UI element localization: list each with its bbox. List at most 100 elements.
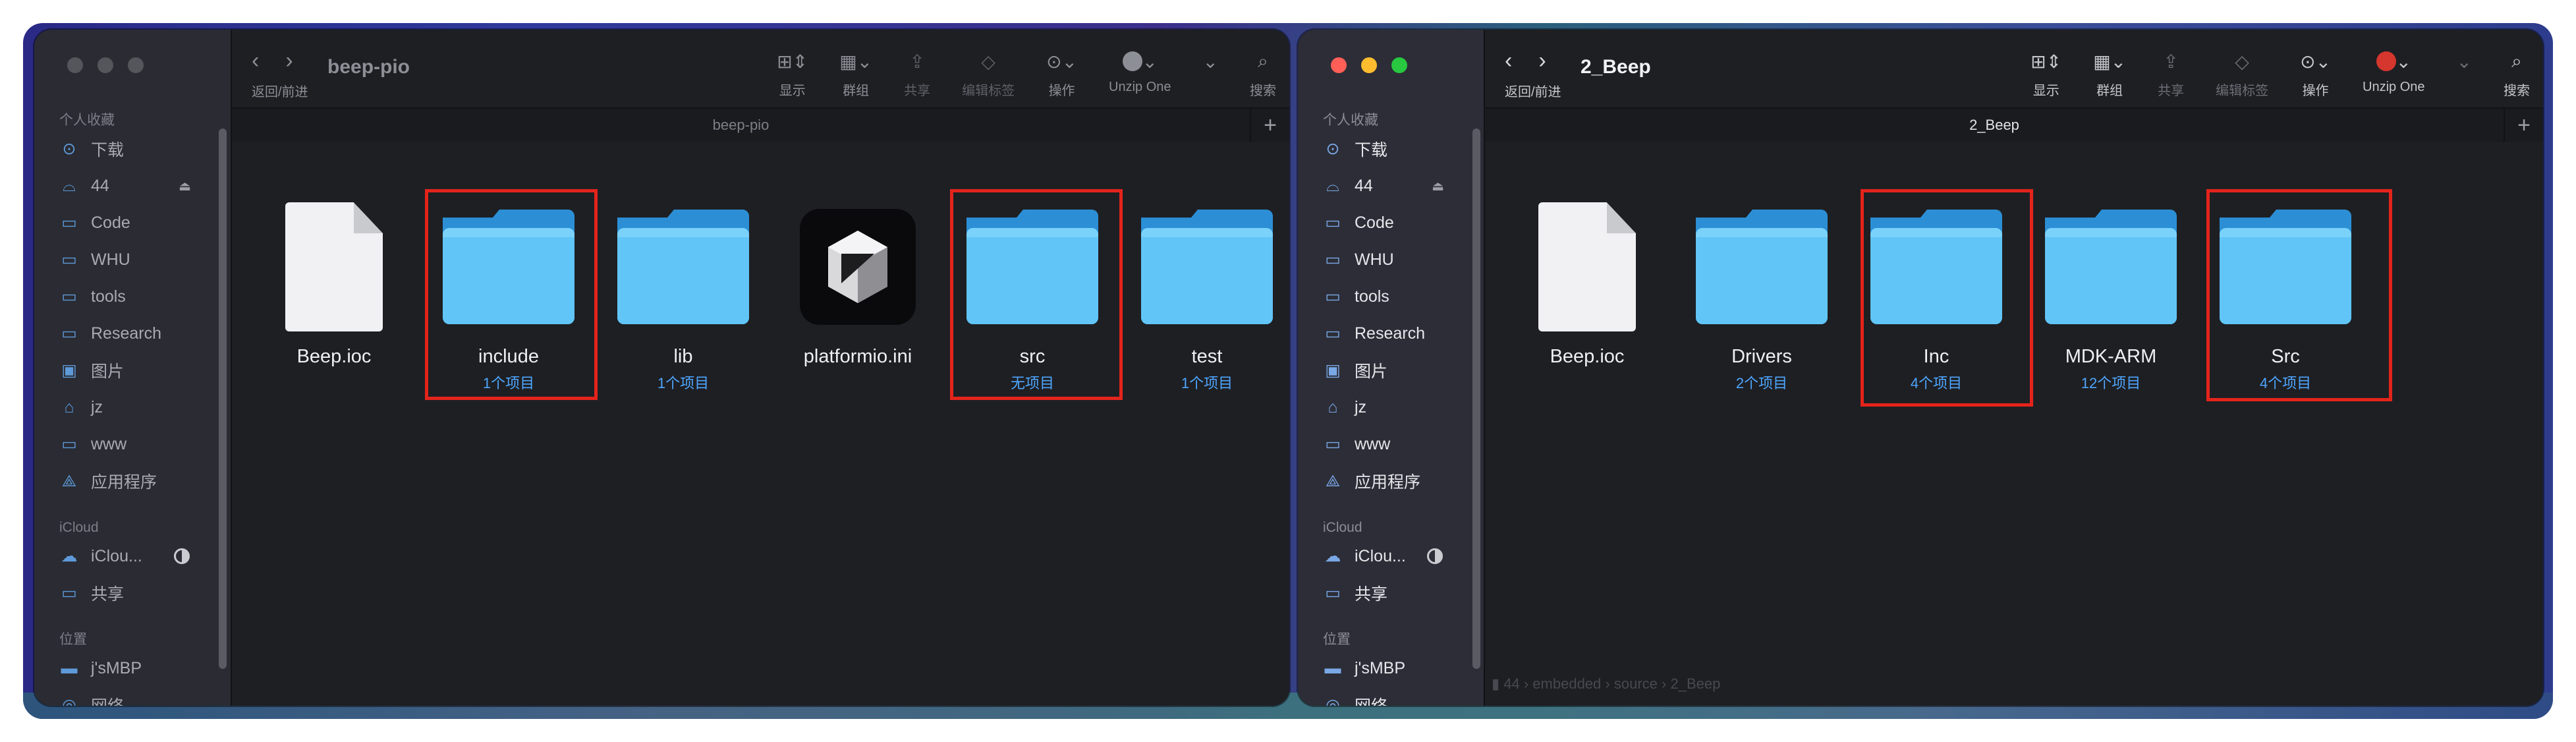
tool-caption: 搜索 [1250, 84, 1276, 98]
folder-icon: ▭ [1325, 214, 1341, 232]
chevron-more-button[interactable]: ⌄ [2457, 49, 2472, 99]
sidebar-item-label: 下载 [1355, 141, 1388, 159]
sidebar-item-research[interactable]: ▭ Research [1298, 315, 1484, 352]
back-icon[interactable]: ‹ [1505, 48, 1512, 74]
sidebar-item-network[interactable]: ◎ 网络 [34, 687, 231, 706]
file-item[interactable]: platformio.ini [785, 201, 930, 372]
sidebar-item-label: WHU [91, 250, 130, 269]
sidebar-item-www[interactable]: ▭ www [1298, 426, 1484, 463]
finder-window-2-beep[interactable]: 个人收藏 ⊙ 下载 ⌓ 44 ⏏ ▭ Code ▭ WHU ▭ tools ▭ Researc… [1298, 30, 2543, 706]
action-button[interactable]: ⊙⌄ 操作 [1046, 49, 1077, 99]
unzip-one-button[interactable]: ⌄ Unzip One [1109, 49, 1171, 99]
sidebar-item-whu[interactable]: ▭ WHU [1298, 241, 1484, 278]
new-tab-button[interactable]: + [1250, 109, 1289, 142]
view-button[interactable]: ⊞⇕ 显示 [777, 49, 808, 99]
group-button[interactable]: ▦⌄ 群组 [2093, 49, 2126, 99]
sidebar-item-mbp[interactable]: ▬ j'sMBP [34, 650, 231, 687]
tab-bar: beep-pio + [232, 107, 1289, 143]
sidebar-item-label: j'sMBP [1355, 658, 1406, 677]
tool-caption: 共享 [2158, 84, 2185, 98]
finder-window-beep-pio[interactable]: 个人收藏 ⊙ 下载 ⌓ 44 ⏏ ▭ Code ▭ WHU ▭ tools ▭ Researc… [34, 30, 1289, 706]
tab-beep-pio[interactable]: beep-pio [232, 109, 1250, 142]
sidebar-item-label: 网络 [91, 693, 124, 706]
sidebar-section-favorites: 个人收藏 [59, 113, 115, 128]
sidebar-item-www[interactable]: ▭ www [34, 426, 231, 463]
folder-item[interactable]: Drivers 2个项目 [1689, 201, 1834, 393]
tool-caption: Unzip One [2363, 80, 2425, 94]
folder-icon: ▭ [1325, 324, 1341, 343]
file-name: test [1191, 346, 1223, 367]
tags-button[interactable]: ◇ 编辑标签 [2216, 49, 2268, 99]
sidebar-item-code[interactable]: ▭ Code [34, 204, 231, 241]
folder-item[interactable]: test 1个项目 [1134, 201, 1279, 393]
chevron-down-icon: ⌄ [2456, 51, 2472, 72]
sidebar-item-network[interactable]: ◎ 网络 [1298, 687, 1484, 706]
file-item[interactable]: Beep.ioc [1515, 201, 1660, 372]
back-icon[interactable]: ‹ [252, 48, 259, 74]
minimize-button[interactable] [98, 57, 113, 73]
view-button[interactable]: ⊞⇕ 显示 [2030, 49, 2061, 99]
search-button[interactable]: ⌕ 搜索 [1250, 49, 1276, 99]
zoom-button[interactable] [1391, 57, 1407, 73]
tab-2-beep[interactable]: 2_Beep [1485, 109, 2504, 142]
sidebar-item-research[interactable]: ▭ Research [34, 315, 231, 352]
sidebar-item-downloads[interactable]: ⊙ 下载 [1298, 130, 1484, 167]
new-tab-button[interactable]: + [2504, 109, 2543, 142]
sidebar-item-code[interactable]: ▭ Code [1298, 204, 1484, 241]
sidebar-item-pictures[interactable]: ▣ 图片 [1298, 352, 1484, 389]
tags-button[interactable]: ◇ 编辑标签 [962, 49, 1015, 99]
file-item[interactable]: Beep.ioc [262, 201, 406, 372]
sidebar-item-shared[interactable]: ▭ 共享 [1298, 575, 1484, 612]
forward-icon[interactable]: › [1538, 48, 1546, 74]
sidebar-item-home[interactable]: ⌂ jz [34, 389, 231, 426]
eject-icon[interactable]: ⏏ [179, 178, 191, 194]
sidebar-item-label: www [91, 434, 127, 453]
home-icon: ⌂ [64, 397, 74, 416]
path-segment[interactable]: embedded [1532, 675, 1601, 692]
sidebar-item-applications[interactable]: ⟁ 应用程序 [1298, 463, 1484, 499]
sidebar-item-disk-44[interactable]: ⌓ 44 ⏏ [1298, 167, 1484, 204]
eject-icon[interactable]: ⏏ [1432, 178, 1444, 194]
sidebar-item-whu[interactable]: ▭ WHU [34, 241, 231, 278]
share-button[interactable]: ⇪ 共享 [2158, 49, 2184, 99]
tool-caption: 显示 [2032, 84, 2059, 98]
sidebar-item-home[interactable]: ⌂ jz [1298, 389, 1484, 426]
tool-caption: Unzip One [1109, 80, 1171, 94]
sidebar-item-applications[interactable]: ⟁ 应用程序 [34, 463, 231, 499]
drive-icon: ▮ [1492, 675, 1500, 692]
item-count: 1个项目 [1181, 375, 1233, 391]
path-segment[interactable]: 2_Beep [1670, 675, 1720, 692]
search-button[interactable]: ⌕ 搜索 [2504, 49, 2530, 99]
forward-icon[interactable]: › [285, 48, 293, 74]
file-name: platformio.ini [803, 346, 912, 367]
sync-progress-icon [1427, 548, 1443, 564]
group-button[interactable]: ▦⌄ 群组 [839, 49, 872, 99]
sidebar-item-tools[interactable]: ▭ tools [1298, 278, 1484, 315]
sidebar-item-pictures[interactable]: ▣ 图片 [34, 352, 231, 389]
tool-caption: 操作 [2302, 84, 2329, 98]
zoom-button[interactable] [128, 57, 144, 73]
sidebar-item-tools[interactable]: ▭ tools [34, 278, 231, 315]
folder-item[interactable]: MDK-ARM 12个项目 [2038, 201, 2183, 393]
share-button[interactable]: ⇪ 共享 [904, 49, 930, 99]
sidebar-item-mbp[interactable]: ▬ j'sMBP [1298, 650, 1484, 687]
sidebar-item-shared[interactable]: ▭ 共享 [34, 575, 231, 612]
sidebar-scrollbar[interactable] [1472, 128, 1480, 669]
minimize-button[interactable] [1361, 57, 1377, 73]
chevron-more-button[interactable]: ⌄ [1203, 49, 1218, 99]
close-button[interactable] [67, 57, 83, 73]
folder-item[interactable]: lib 1个项目 [611, 201, 756, 393]
close-button[interactable] [1331, 57, 1347, 73]
sidebar-item-downloads[interactable]: ⊙ 下载 [34, 130, 231, 167]
sidebar-item-label: Code [1355, 213, 1394, 232]
sidebar-item-icloud-drive[interactable]: ☁ iClou... [1298, 538, 1484, 575]
unzip-one-button[interactable]: ⌄ Unzip One [2363, 49, 2425, 99]
sidebar-item-icloud-drive[interactable]: ☁ iClou... [34, 538, 231, 575]
cloud-icon: ☁ [1324, 547, 1341, 565]
path-segment[interactable]: source [1614, 675, 1658, 692]
action-button[interactable]: ⊙⌄ 操作 [2300, 49, 2331, 99]
sidebar-scrollbar[interactable] [219, 128, 227, 669]
sidebar-item-disk-44[interactable]: ⌓ 44 ⏏ [34, 167, 231, 204]
path-segment[interactable]: 44 [1503, 675, 1519, 692]
tool-caption: 操作 [1048, 84, 1075, 98]
